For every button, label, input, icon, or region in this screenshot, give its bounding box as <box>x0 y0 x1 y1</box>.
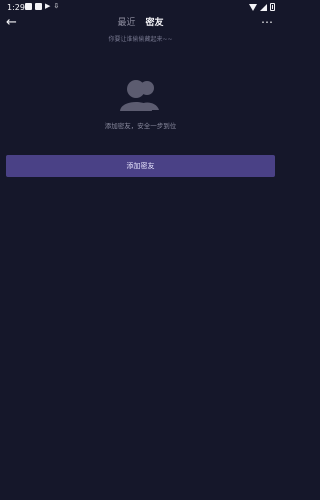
status-time: 1:29 <box>7 3 25 12</box>
image-notification-icon <box>25 3 32 10</box>
empty-state-message: 添加密友，安全一步到位 <box>104 122 177 130</box>
play-notification-icon: ▶ <box>45 2 51 10</box>
signal-icon <box>260 3 267 11</box>
app-notification-icon <box>35 3 42 10</box>
status-bar: 1:29 ▶ ⇩ <box>0 0 281 14</box>
add-close-friend-button[interactable]: 添加密友 <box>6 155 275 177</box>
more-options-icon[interactable]: ⋯ <box>261 15 274 29</box>
status-left-icons: ▶ ⇩ <box>25 3 59 10</box>
status-right-icons <box>249 3 275 11</box>
battery-icon <box>270 3 275 11</box>
header-subtitle: 你要让谁偷偷藏起来~~ <box>108 36 173 43</box>
tab-bar: 最近 密友 <box>0 16 281 30</box>
users-icon <box>120 80 159 111</box>
tab-close-friends[interactable]: 密友 <box>146 16 164 30</box>
download-icon: ⇩ <box>53 2 60 10</box>
tab-recent[interactable]: 最近 <box>117 16 135 30</box>
wifi-icon <box>249 3 257 11</box>
